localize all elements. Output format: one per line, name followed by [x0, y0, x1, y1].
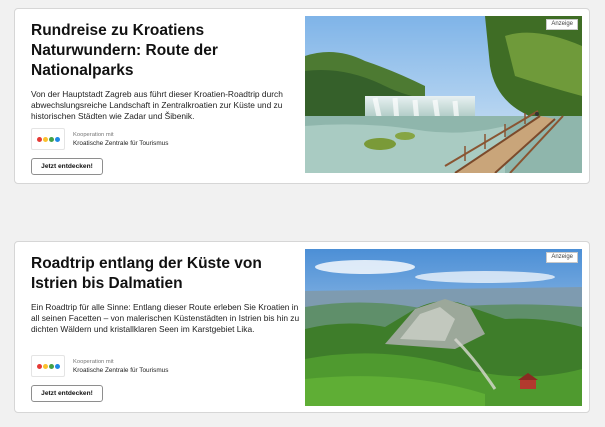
teaser-image[interactable]: Anzeige: [305, 16, 582, 173]
teaser-description: Von der Hauptstadt Zagreb aus führt dies…: [31, 89, 283, 121]
cooperation-info: Kooperation mit Kroatische Zentrale für …: [31, 128, 168, 150]
partner-name: Kroatische Zentrale für Tourismus: [73, 366, 169, 374]
cooperation-label: Kooperation mit: [73, 131, 114, 138]
mountain-photo: [305, 249, 582, 406]
teaser-title[interactable]: Roadtrip entlang der Küste von Istrien b…: [31, 254, 301, 294]
cooperation-info: Kooperation mit Kroatische Zentrale für …: [31, 355, 168, 377]
teaser-text-block: Rundreise zu Kroatiens Naturwundern: Rou…: [31, 21, 301, 122]
teaser-text-block: Roadtrip entlang der Küste von Istrien b…: [31, 254, 301, 335]
croatia-tourism-logo: [31, 128, 65, 150]
ad-badge: Anzeige: [546, 19, 578, 30]
teaser-image[interactable]: Anzeige: [305, 249, 582, 406]
discover-button[interactable]: Jetzt entdecken!: [31, 385, 103, 402]
cooperation-label: Kooperation mit: [73, 358, 114, 365]
discover-button[interactable]: Jetzt entdecken!: [31, 158, 103, 175]
partner-name: Kroatische Zentrale für Tourismus: [73, 139, 169, 147]
waterfall-photo: [305, 16, 582, 173]
teaser-description: Ein Roadtrip für alle Sinne: Entlang die…: [31, 302, 300, 334]
teaser-title[interactable]: Rundreise zu Kroatiens Naturwundern: Rou…: [31, 21, 301, 81]
article-teaser-card[interactable]: Rundreise zu Kroatiens Naturwundern: Rou…: [14, 8, 590, 184]
article-teaser-card[interactable]: Roadtrip entlang der Küste von Istrien b…: [14, 241, 590, 413]
croatia-tourism-logo: [31, 355, 65, 377]
ad-badge: Anzeige: [546, 252, 578, 263]
